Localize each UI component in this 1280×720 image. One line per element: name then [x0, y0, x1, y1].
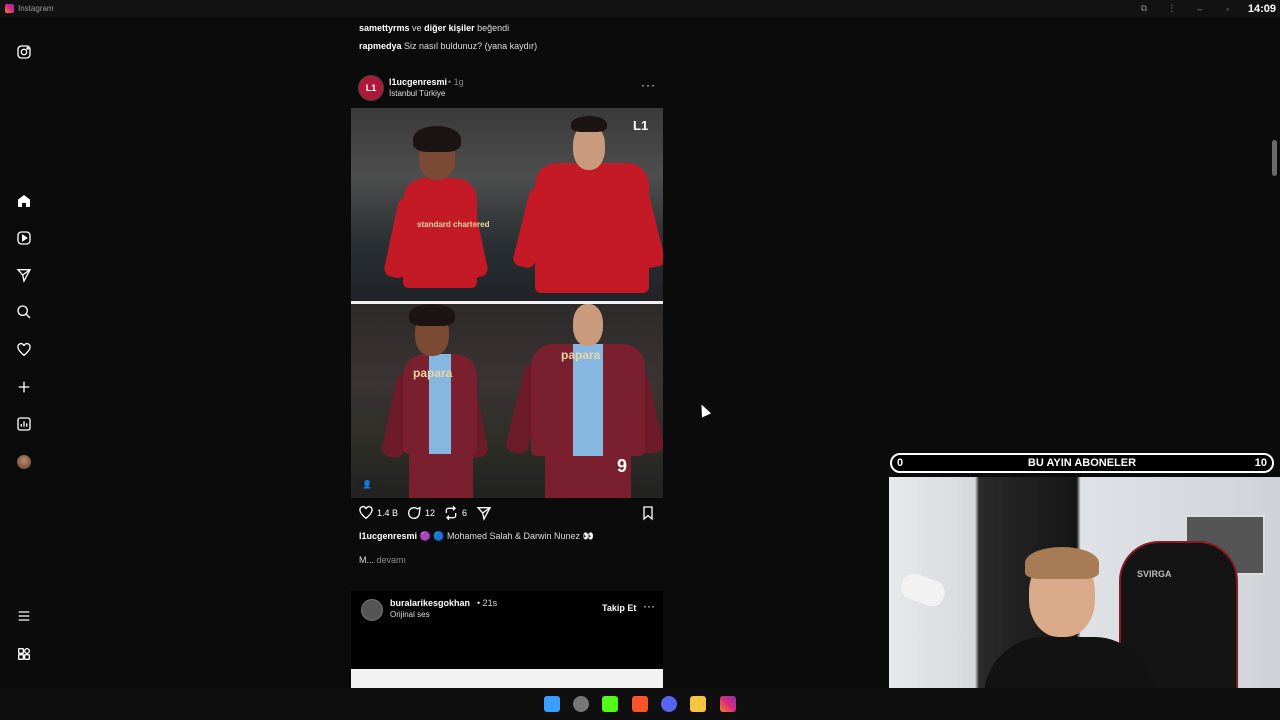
image-bottom-half-trabzonspor: papara papara 9 👤: [351, 304, 663, 498]
instagram-app-icon: [5, 4, 14, 13]
more-apps-icon[interactable]: [14, 644, 34, 664]
title-bar: Instagram ⧉ ⋮ – ▫ 14:09: [0, 0, 1280, 17]
subscriber-current: 0: [897, 457, 904, 469]
like-button[interactable]: 1.4 B: [358, 505, 398, 521]
create-icon[interactable]: [14, 377, 34, 397]
comment-username[interactable]: rapmedya: [359, 41, 402, 51]
sponsor-text-top: standard chartered: [417, 220, 490, 229]
chair-brand: SVIRGA: [1137, 569, 1172, 579]
extensions-icon[interactable]: ⧉: [1130, 3, 1158, 14]
kebab-menu-icon[interactable]: ⋮: [1158, 3, 1186, 14]
subscriber-goal-title: BU AYIN ABONELER: [1027, 457, 1137, 469]
show-more-link[interactable]: devamı: [377, 555, 407, 565]
save-button[interactable]: [640, 505, 656, 521]
window-controls: ⧉ ⋮ – ▫ 14:09: [1130, 0, 1280, 17]
liker-username[interactable]: samettyrms: [359, 23, 410, 33]
reels-icon[interactable]: [14, 228, 34, 248]
next-post-time: • 21s: [477, 598, 498, 608]
caption-continuation: M... devamı: [359, 555, 406, 565]
next-post-media[interactable]: [351, 669, 663, 688]
next-post-avatar[interactable]: [361, 599, 383, 621]
bookmark-icon: [643, 506, 653, 521]
minimize-button[interactable]: –: [1186, 4, 1214, 14]
sponsor-text-bottom-right: papara: [561, 348, 601, 362]
next-post: buralarikesgokhan • 21s Orijinal ses Tak…: [351, 591, 663, 688]
brave-icon[interactable]: [632, 696, 648, 712]
follow-button[interactable]: Takip Et: [602, 603, 636, 613]
feed: samettyrms ve diğer kişiler beğendi rapm…: [350, 17, 664, 688]
caption-username[interactable]: l1ucgenresmi: [359, 531, 417, 541]
next-post-time-value: 21s: [482, 598, 498, 608]
others-link[interactable]: diğer kişiler: [424, 23, 475, 33]
window-title: Instagram: [18, 4, 54, 13]
post-caption: l1ucgenresmi 🟣 🔵 Mohamed Salah & Darwin …: [359, 531, 594, 542]
maximize-button[interactable]: ▫: [1214, 4, 1242, 14]
repost-icon: [445, 505, 457, 521]
post-image[interactable]: standard chartered L1 papara papara 9 👤: [351, 108, 663, 498]
image-top-half-liverpool: standard chartered L1: [351, 108, 663, 301]
repost-count: 6: [462, 508, 468, 518]
post-actions: 1.4 B 12 6: [358, 505, 656, 523]
instagram-icon[interactable]: [14, 42, 34, 62]
next-post-more-options-icon[interactable]: ···: [643, 599, 655, 613]
comment-icon: [408, 506, 421, 519]
heart-icon: [359, 505, 373, 520]
caption-truncated: M...: [359, 555, 374, 565]
caption-text: 🟣 🔵 Mohamed Salah & Darwin Nunez 👀: [419, 531, 594, 541]
taskbar: [0, 688, 1280, 720]
search-icon[interactable]: [14, 302, 34, 322]
home-icon[interactable]: [14, 191, 34, 211]
share-icon: [476, 507, 492, 521]
comment-count: 12: [425, 508, 436, 518]
kick-icon[interactable]: [602, 696, 618, 712]
subscriber-goal-bar: BU AYIN ABONELER 0 10: [890, 453, 1274, 473]
sponsor-text-bottom: papara: [413, 366, 453, 380]
share-button[interactable]: [476, 505, 492, 521]
likes-verb: beğendi: [477, 23, 510, 33]
like-count: 1.4 B: [377, 508, 399, 518]
dashboard-icon[interactable]: [14, 414, 34, 434]
post-author-avatar[interactable]: L1: [358, 75, 384, 101]
streamer-hair: [1025, 547, 1099, 579]
post-location[interactable]: İstanbul Türkiye: [389, 89, 445, 98]
messages-icon[interactable]: [14, 265, 34, 285]
instagram-taskbar-icon[interactable]: [720, 696, 736, 712]
likes-connector: ve: [412, 23, 422, 33]
mouse-cursor-icon: [696, 402, 712, 418]
post-author-username[interactable]: l1ucgenresmi: [389, 77, 447, 87]
post-more-options-icon[interactable]: ···: [641, 78, 656, 92]
subscriber-goal: 10: [1254, 457, 1267, 469]
microphone: [897, 570, 949, 610]
repost-button[interactable]: 6: [443, 505, 467, 521]
discord-icon[interactable]: [661, 696, 677, 712]
comment-text: Siz nasıl buldunuz? (yana kaydır): [404, 41, 538, 51]
scrollbar-thumb[interactable]: [1272, 140, 1277, 176]
previous-post-likes: samettyrms ve diğer kişiler beğendi: [359, 23, 509, 33]
next-post-audio[interactable]: Orijinal ses: [390, 610, 430, 619]
post-time-value: 1g: [453, 77, 464, 87]
brand-logo: L1: [633, 118, 649, 133]
sidebar: [0, 17, 48, 688]
shirt-number: 9: [617, 456, 628, 476]
tagged-users-icon[interactable]: 👤: [359, 476, 375, 492]
comment-button[interactable]: 12: [406, 505, 435, 521]
browser-icon[interactable]: [573, 696, 589, 712]
post-header: L1 l1ucgenresmi • 1g İstanbul Türkiye ··…: [358, 75, 664, 101]
next-post-username[interactable]: buralarikesgokhan: [390, 598, 470, 608]
menu-icon[interactable]: [14, 606, 34, 626]
clock: 14:09: [1247, 2, 1276, 15]
profile-avatar[interactable]: [14, 452, 34, 472]
file-explorer-icon[interactable]: [690, 696, 706, 712]
webcam-feed: SVIRGA: [889, 477, 1280, 720]
windows-start-icon[interactable]: [544, 696, 560, 712]
post-time: • 1g: [448, 77, 464, 87]
notifications-icon[interactable]: [14, 340, 34, 360]
previous-post-comment: rapmedya Siz nasıl buldunuz? (yana kaydı…: [359, 41, 537, 51]
